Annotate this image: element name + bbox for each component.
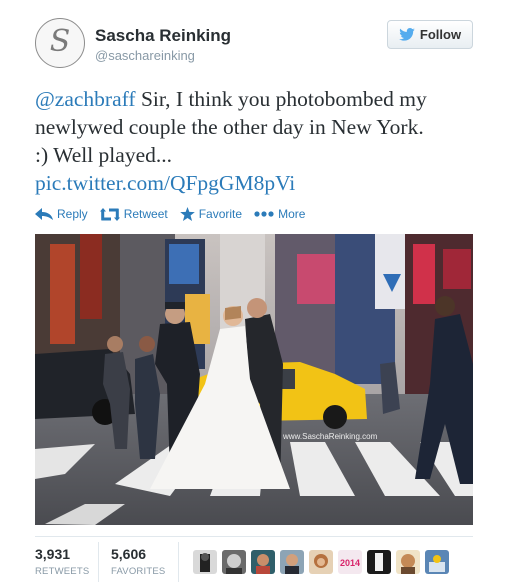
pic-link[interactable]: pic.twitter.com/QFpgGM8pVi xyxy=(35,171,295,195)
retweet-icon xyxy=(99,207,120,221)
star-icon xyxy=(179,207,195,221)
author-avatar[interactable]: S xyxy=(35,18,85,68)
favoriter-avatar-7[interactable] xyxy=(367,550,391,574)
favoriter-avatar-8[interactable] xyxy=(396,550,420,574)
tweet-card: S Sascha Reinking @saschareinking Follow… xyxy=(0,0,515,588)
favorites-label: FAVORITES xyxy=(111,566,166,577)
favoriter-avatar-4[interactable] xyxy=(280,550,304,574)
tweet-text-line-3: :) Well played... xyxy=(35,143,172,167)
favorites-stat[interactable]: 5,606 FAVORITES xyxy=(111,546,165,577)
photo-watermark: www.SaschaReinking.com xyxy=(283,432,378,441)
retweets-stat[interactable]: 3,931 RETWEETS xyxy=(35,546,89,577)
favoriter-avatars: 2014 xyxy=(193,550,449,574)
retweet-button[interactable]: Retweet xyxy=(99,207,168,221)
follow-button[interactable]: Follow xyxy=(387,20,473,49)
tweet-actions: Reply Retweet Favorite More xyxy=(35,205,317,223)
favorite-button[interactable]: Favorite xyxy=(179,207,243,221)
retweet-label: Retweet xyxy=(123,207,168,221)
retweets-label: RETWEETS xyxy=(35,566,90,577)
tweet-text-line-2: newlywed couple the other day in New Yor… xyxy=(35,115,424,139)
twitter-bird-icon xyxy=(399,28,415,41)
reply-label: Reply xyxy=(57,207,88,221)
reply-button[interactable]: Reply xyxy=(35,207,88,221)
tweet-photo[interactable]: www.SaschaReinking.com xyxy=(35,234,473,525)
tweet-text-line-1: @zachbraff Sir, I think you photobombed … xyxy=(35,85,485,113)
tweet-text: @zachbraff Sir, I think you photobombed … xyxy=(35,85,485,197)
retweets-count: 3,931 xyxy=(35,546,71,562)
tweet-text-line-1-rest: Sir, I think you photobombed my xyxy=(135,87,427,111)
favoriter-avatar-1[interactable] xyxy=(193,550,217,574)
times-square-scene xyxy=(35,234,473,525)
more-button[interactable]: More xyxy=(254,207,305,221)
author-handle[interactable]: @saschareinking xyxy=(95,48,195,63)
favoriter-avatar-5[interactable] xyxy=(309,550,333,574)
favorite-label: Favorite xyxy=(198,207,243,221)
follow-button-label: Follow xyxy=(419,27,462,42)
more-label: More xyxy=(278,207,306,221)
mention-link[interactable]: @zachbraff xyxy=(35,87,136,111)
stats-divider xyxy=(35,536,473,537)
author-display-name[interactable]: Sascha Reinking xyxy=(95,26,231,46)
favoriter-avatar-9[interactable] xyxy=(425,550,449,574)
favoriter-avatar-2[interactable] xyxy=(222,550,246,574)
favorites-count: 5,606 xyxy=(111,546,147,562)
avatar-letter: S xyxy=(49,24,71,59)
stats-separator xyxy=(178,542,179,582)
favoriter-avatar-6[interactable]: 2014 xyxy=(338,550,362,574)
reply-arrow-icon xyxy=(35,208,53,220)
favoriter-avatar-6-text: 2014 xyxy=(340,558,360,568)
more-dots-icon xyxy=(254,211,274,217)
favoriter-avatar-3[interactable] xyxy=(251,550,275,574)
stats-separator xyxy=(98,542,99,582)
